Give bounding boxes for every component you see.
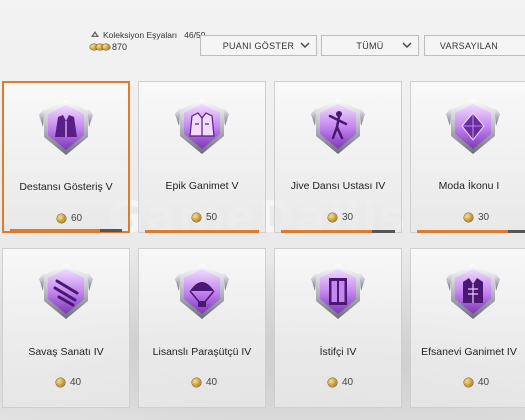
progress-bar <box>10 229 122 232</box>
progress-fill <box>145 230 259 233</box>
sort-label: VARSAYILAN <box>439 40 499 51</box>
progress-bar <box>417 230 525 233</box>
card-points-value: 30 <box>342 212 354 223</box>
coin-icon <box>192 213 201 222</box>
card-points: 30 <box>328 212 353 223</box>
coin-icon <box>464 213 473 222</box>
coin-icon <box>328 213 337 222</box>
points-total: 870 <box>112 42 128 52</box>
category-filter-dropdown[interactable]: TÜMÜ <box>321 35 419 56</box>
card-points: 30 <box>464 212 489 223</box>
progress-bar <box>281 230 395 233</box>
progress-fill <box>281 230 373 233</box>
progress-fill <box>10 229 100 232</box>
card-points-value: 40 <box>70 377 82 388</box>
chevron-down-icon <box>402 42 412 48</box>
card-points: 40 <box>56 377 81 388</box>
card-points: 40 <box>464 377 489 388</box>
achievement-card[interactable]: Lisanslı Paraşütçü IV 40 <box>138 248 266 408</box>
card-title: Lisanslı Paraşütçü IV <box>152 346 252 358</box>
achievement-card[interactable]: Jive Dansı Ustası IV 30 <box>274 81 402 233</box>
achievement-card[interactable]: Destansı Gösteriş V 60 <box>2 81 130 233</box>
card-points: 40 <box>192 377 217 388</box>
collection-icon <box>90 30 100 40</box>
coin-icon <box>56 378 65 387</box>
sort-dropdown[interactable]: VARSAYILAN <box>424 35 525 56</box>
card-points-value: 40 <box>342 377 354 388</box>
vest-emblem-icon <box>175 99 229 154</box>
progress-fill <box>417 230 509 233</box>
card-points-value: 50 <box>206 212 218 223</box>
card-title: Destansı Gösteriş V <box>19 181 113 193</box>
points-filter-dropdown[interactable]: PUANI GÖSTER <box>200 35 317 56</box>
chevron-down-icon <box>300 42 310 48</box>
card-title: İstifçi IV <box>319 346 357 358</box>
card-points-value: 40 <box>478 377 490 388</box>
coin-icon <box>57 214 66 223</box>
claw-marks-emblem-icon <box>39 264 93 319</box>
collection-label: Koleksiyon Eşyaları <box>103 30 178 40</box>
locker-emblem-icon <box>311 264 365 319</box>
collection-summary: Koleksiyon Eşyaları 46/59 870 <box>90 30 205 52</box>
coin-icon <box>192 378 201 387</box>
card-points-value: 30 <box>478 212 490 223</box>
card-title: Savaş Sanatı IV <box>28 346 104 358</box>
armor-emblem-icon <box>446 264 500 319</box>
card-title: Moda İkonu I <box>438 180 500 192</box>
card-points: 50 <box>192 212 217 223</box>
achievement-card[interactable]: Efsanevi Ganimet IV 40 <box>410 248 525 408</box>
coin-icon <box>328 378 337 387</box>
parachute-emblem-icon <box>175 264 229 319</box>
card-title: Jive Dansı Ustası IV <box>290 180 386 192</box>
card-title: Efsanevi Ganimet IV <box>421 346 517 358</box>
progress-bar <box>145 230 259 233</box>
coin-icon <box>464 378 473 387</box>
points-filter-label: PUANI GÖSTER <box>222 40 295 51</box>
card-points-value: 40 <box>206 377 218 388</box>
card-points: 60 <box>57 213 82 224</box>
jacket-emblem-icon <box>39 100 93 155</box>
achievement-card[interactable]: İstifçi IV 40 <box>274 248 402 408</box>
coins-icon <box>90 44 110 50</box>
card-points-value: 60 <box>71 213 83 224</box>
achievement-card[interactable]: Moda İkonu I 30 <box>410 81 525 233</box>
achievement-card[interactable]: Epik Ganimet V 50 <box>138 81 266 233</box>
diamond-emblem-icon <box>446 99 500 154</box>
card-title: Epik Ganimet V <box>165 180 239 192</box>
card-points: 40 <box>328 377 353 388</box>
category-filter-label: TÜMÜ <box>356 40 384 51</box>
achievement-card[interactable]: Savaş Sanatı IV 40 <box>2 248 130 408</box>
dancer-emblem-icon <box>311 99 365 154</box>
